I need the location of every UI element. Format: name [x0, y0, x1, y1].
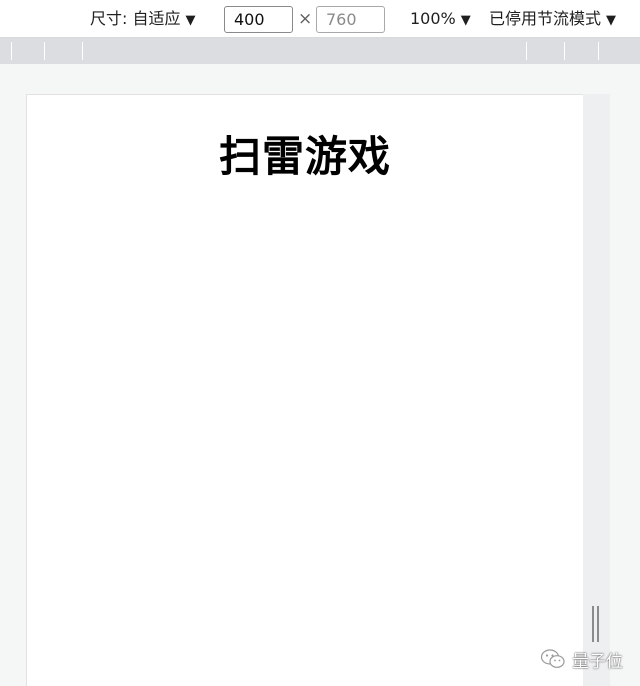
watermark-text: 量子位	[572, 651, 623, 672]
ruler-divider	[44, 42, 45, 60]
resize-track	[583, 94, 610, 686]
page-title: 扫雷游戏	[218, 132, 391, 181]
media-query-ruler[interactable]	[0, 38, 640, 64]
height-input[interactable]: 760	[316, 6, 385, 33]
resize-handle-line	[592, 606, 594, 642]
device-toolbar: 尺寸: 自适应 ▼ 400 × 760 100% ▼ 已停用节流模式 ▼	[0, 0, 640, 38]
ruler-divider	[11, 42, 12, 60]
ruler-divider	[564, 42, 565, 60]
ruler-divider	[526, 42, 527, 60]
size-dropdown[interactable]: 尺寸: 自适应 ▼	[90, 9, 195, 31]
resize-handle-line	[597, 606, 599, 642]
chevron-down-icon: ▼	[606, 13, 617, 28]
chevron-down-icon: ▼	[460, 13, 471, 28]
chevron-down-icon: ▼	[185, 13, 196, 28]
zoom-dropdown[interactable]: 100% ▼	[410, 9, 471, 31]
wechat-icon	[540, 649, 565, 668]
zoom-dropdown-label: 100%	[410, 9, 456, 28]
resize-handle[interactable]	[592, 606, 602, 642]
times-icon: ×	[298, 9, 313, 29]
throttle-dropdown[interactable]: 已停用节流模式 ▼	[489, 9, 616, 31]
ruler-divider	[598, 42, 599, 60]
width-input[interactable]: 400	[224, 6, 293, 33]
throttle-dropdown-label: 已停用节流模式	[489, 9, 602, 28]
watermark: 量子位	[540, 646, 623, 672]
size-dropdown-label: 尺寸: 自适应	[90, 9, 181, 28]
emulated-page: 扫雷游戏	[26, 94, 583, 686]
ruler-divider	[82, 42, 83, 60]
